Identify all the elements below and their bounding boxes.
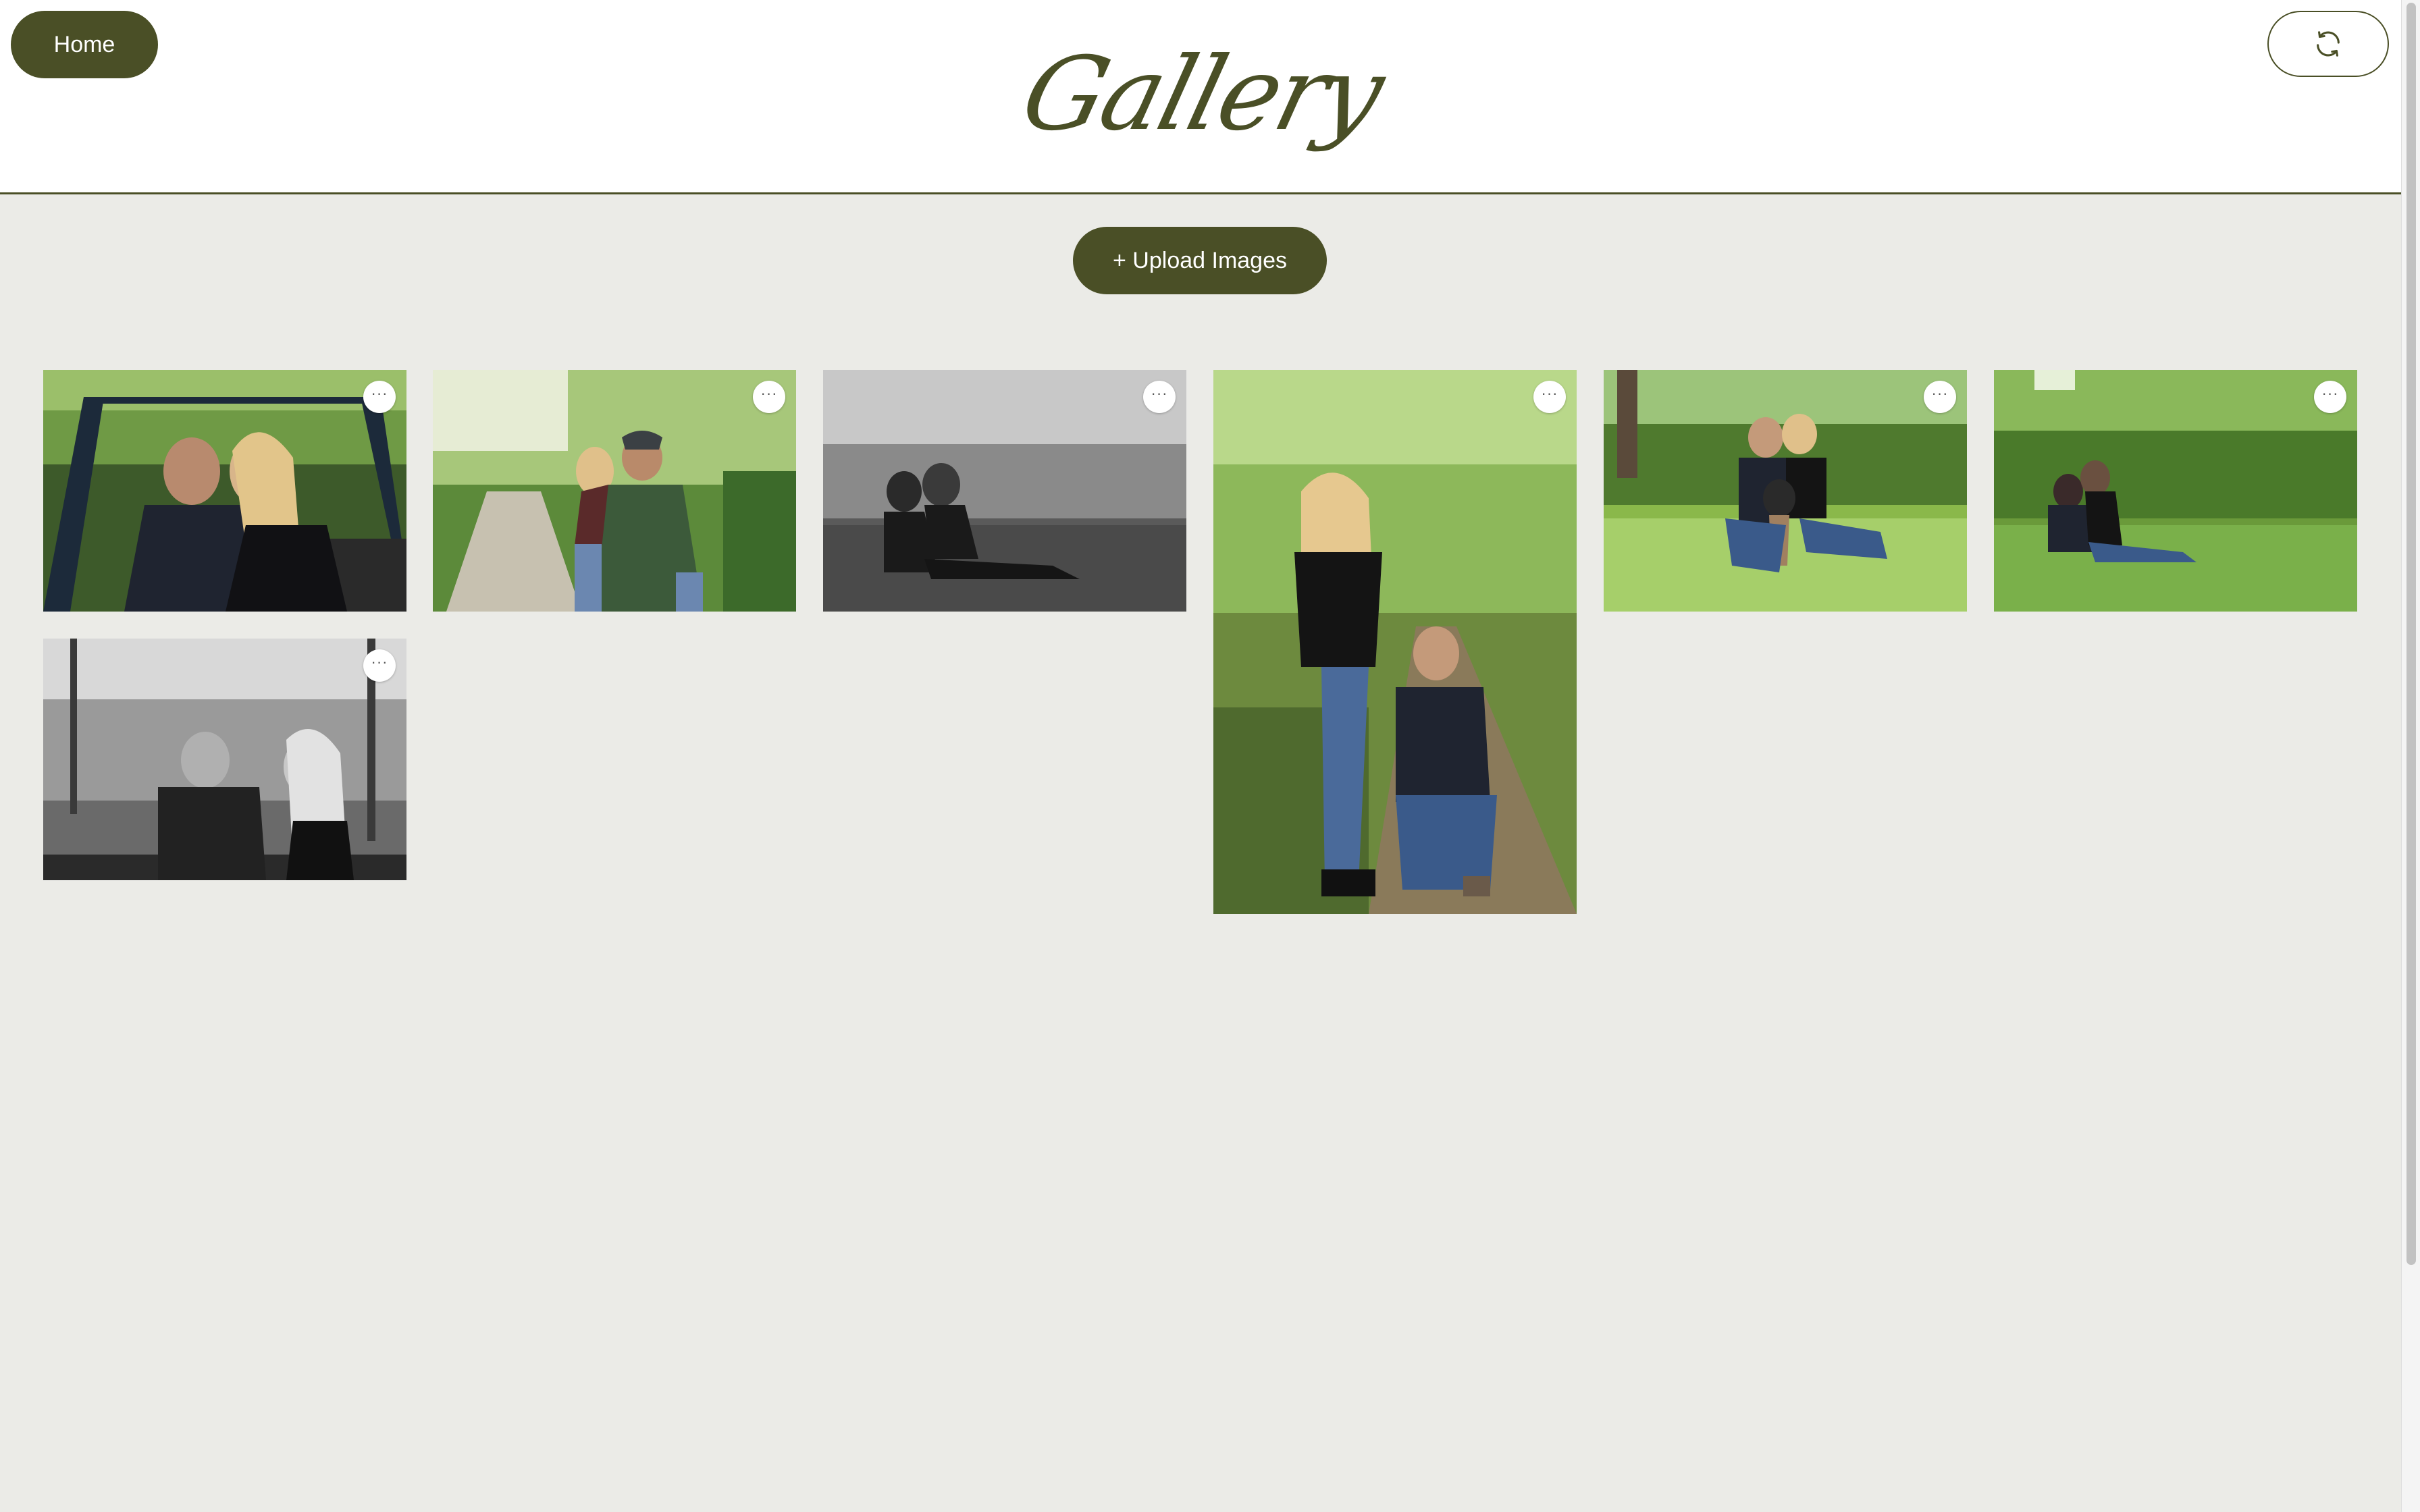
gallery-image[interactable]: ··· xyxy=(1213,370,1577,914)
photo-couple-grass-bw xyxy=(823,370,1186,612)
gallery-image[interactable]: ··· xyxy=(1994,370,2357,612)
gallery-image[interactable]: ··· xyxy=(823,370,1186,612)
photo-couple-trail xyxy=(1213,370,1577,914)
photo-piggyback-path xyxy=(433,370,796,612)
more-horizontal-icon: ··· xyxy=(1931,385,1949,402)
more-options-button[interactable]: ··· xyxy=(363,381,396,413)
more-horizontal-icon: ··· xyxy=(371,385,388,402)
photo-couple-meadow xyxy=(1994,370,2357,612)
more-options-button[interactable]: ··· xyxy=(1143,381,1176,413)
photo-couple-bridge-bw xyxy=(43,639,406,880)
gallery-image[interactable]: ··· xyxy=(433,370,796,612)
photo-couple-bridge xyxy=(43,370,406,612)
gallery-image[interactable]: ··· xyxy=(43,639,406,880)
page-title: Gallery xyxy=(1011,36,1393,153)
more-options-button[interactable]: ··· xyxy=(753,381,785,413)
more-horizontal-icon: ··· xyxy=(371,653,388,670)
vertical-scrollbar[interactable] xyxy=(2401,0,2420,1512)
more-options-button[interactable]: ··· xyxy=(1924,381,1956,413)
more-options-button[interactable]: ··· xyxy=(2314,381,2346,413)
refresh-button[interactable] xyxy=(2267,11,2389,77)
photo-couple-dog xyxy=(1604,370,1967,612)
more-horizontal-icon: ··· xyxy=(1151,385,1168,402)
header-bar: Home Gallery xyxy=(0,0,2401,194)
refresh-icon xyxy=(2317,31,2340,57)
more-horizontal-icon: ··· xyxy=(2321,385,2339,402)
gallery-image[interactable]: ··· xyxy=(1604,370,1967,612)
scrollbar-thumb[interactable] xyxy=(2406,3,2416,1265)
more-options-button[interactable]: ··· xyxy=(1533,381,1566,413)
more-horizontal-icon: ··· xyxy=(760,385,778,402)
more-horizontal-icon: ··· xyxy=(1541,385,1558,402)
more-options-button[interactable]: ··· xyxy=(363,649,396,682)
home-button[interactable]: Home xyxy=(11,11,158,78)
gallery-image[interactable]: ··· xyxy=(43,370,406,612)
upload-images-button[interactable]: + Upload Images xyxy=(1073,227,1327,294)
gallery-page: Home Gallery + Upload Images ··· ··· ···… xyxy=(0,0,2420,1512)
